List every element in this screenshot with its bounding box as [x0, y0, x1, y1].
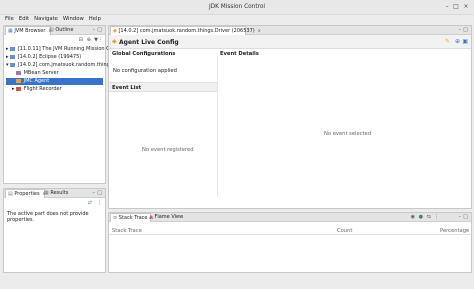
title-bar: JDK Mission Control – □ ×: [0, 0, 474, 15]
tab-results[interactable]: ▦ Results: [42, 189, 70, 197]
divider: [217, 57, 218, 197]
menu-bar: File Edit Navigate Window Help: [0, 15, 474, 24]
chevron-right-icon[interactable]: ▸: [6, 54, 9, 60]
menu-window[interactable]: Window: [63, 15, 84, 24]
stack-trace-panel: ≡ Stack Trace × ▲ Flame View ◉ ● ⇆ ⋮ – □…: [108, 212, 472, 273]
agent-icon: [16, 78, 21, 83]
maximize-view-icon[interactable]: □: [463, 27, 468, 33]
stack-tabstrip: ≡ Stack Trace × ▲ Flame View ◉ ● ⇆ ⋮ – □: [109, 213, 471, 222]
tree-item-label: JMC Agent: [23, 78, 50, 84]
column-stack-trace[interactable]: Stack Trace: [112, 228, 142, 234]
agent-icon: ◆: [112, 38, 117, 45]
flame-icon: ▲: [149, 214, 153, 220]
event-list-header-bar: Event List: [109, 82, 217, 92]
tree-item-jvm-mission-control[interactable]: ▸ [11.0.11] The JVM Running Mission Cont…: [6, 46, 124, 53]
maximize-view-icon[interactable]: □: [97, 27, 102, 33]
tab-properties[interactable]: ▤ Properties ×: [5, 189, 46, 198]
maximize-icon[interactable]: □: [452, 3, 460, 10]
tab-stack-trace[interactable]: ≡ Stack Trace ×: [110, 213, 154, 222]
window-title: JDK Mission Control: [208, 4, 266, 10]
maximize-view-icon[interactable]: □: [97, 190, 102, 196]
no-event-selected-text: No event selected: [324, 131, 372, 137]
properties-tabstrip: ▤ Properties × ▦ Results – □: [4, 189, 105, 198]
flight-recorder-icon: [16, 86, 22, 91]
tab-results-label: Results: [50, 190, 69, 196]
mbean-icon: [16, 70, 21, 75]
view-menu-icon[interactable]: ⋮: [434, 214, 439, 220]
chevron-right-icon[interactable]: ▸: [6, 46, 9, 52]
tree-item-flight-recorder[interactable]: ▸ Flight Recorder: [12, 86, 62, 93]
tree-menu-icon[interactable]: ⋮: [98, 37, 103, 43]
tree-connect-icon[interactable]: ⊕: [87, 37, 91, 43]
menu-file[interactable]: File: [5, 15, 14, 24]
group-icon[interactable]: ●: [419, 214, 423, 220]
save-config-icon[interactable]: ▣: [462, 38, 468, 45]
event-list-header: Event List: [112, 85, 142, 91]
agent-icon: ◆: [113, 28, 117, 34]
load-config-icon[interactable]: ⊕: [455, 38, 460, 45]
properties-message: The active part does not provide propert…: [7, 211, 89, 223]
jvm-browser-panel: ▦ JVM Browser × ▤ Outline – □ ⊟ ⊕ ▼ ⋮ ▸ …: [3, 25, 154, 184]
tab-properties-label: Properties: [14, 191, 40, 197]
maximize-view-icon[interactable]: □: [463, 214, 468, 220]
menu-help[interactable]: Help: [89, 15, 101, 24]
event-details-header: Event Details: [220, 51, 259, 57]
results-icon: ▦: [44, 190, 49, 196]
left-tabstrip: ▦ JVM Browser × ▤ Outline – □: [4, 26, 105, 35]
jvm-browser-icon: ▦: [8, 28, 13, 34]
properties-panel: ▤ Properties × ▦ Results – □ ⇄ ⋮ The act…: [3, 188, 106, 273]
tab-flame-view[interactable]: ▲ Flame View: [147, 213, 185, 221]
view-menu-icon[interactable]: ⋮: [97, 200, 102, 206]
tab-jvm-browser[interactable]: ▦ JVM Browser ×: [5, 26, 52, 35]
agent-editor-panel: ◆ [14.0.2] com.jmatsuok.random.things.Dr…: [108, 25, 472, 209]
global-configurations-header: Global Configurations: [112, 51, 176, 57]
chevron-down-icon[interactable]: ▾: [6, 62, 9, 68]
minimize-view-icon[interactable]: –: [93, 190, 96, 196]
close-icon[interactable]: ×: [257, 29, 261, 34]
apply-config-icon[interactable]: ✎: [445, 38, 450, 45]
tree-item-label: Flight Recorder: [23, 86, 62, 92]
minimize-view-icon[interactable]: –: [459, 214, 462, 220]
tab-outline-label: Outline: [55, 27, 74, 33]
tree-item-label: [14.0.2] Eclipse (199475): [17, 54, 82, 60]
tree-item-mbean-server[interactable]: MBean Server: [16, 70, 59, 77]
tab-editor-driver[interactable]: ◆ [14.0.2] com.jmatsuok.random.things.Dr…: [110, 26, 261, 35]
filter-icon[interactable]: ⇆: [427, 214, 431, 220]
jvm-icon: [10, 46, 16, 51]
no-config-text: No configuration applied: [113, 68, 177, 74]
agent-header: ◆ Agent Live Config ✎ ⊕ ▣: [109, 35, 471, 49]
tree-item-jmc-agent[interactable]: JMC Agent: [6, 78, 103, 85]
tree-item-eclipse[interactable]: ▸ [14.0.2] Eclipse (199475): [6, 54, 81, 61]
no-event-registered-text: No event registered: [142, 147, 194, 153]
editor-tabstrip: ◆ [14.0.2] com.jmatsuok.random.things.Dr…: [109, 26, 471, 35]
tree-item-label: MBean Server: [23, 70, 59, 76]
properties-icon: ▤: [8, 191, 13, 197]
menu-navigate[interactable]: Navigate: [34, 15, 58, 24]
tab-editor-label: [14.0.2] com.jmatsuok.random.things.Driv…: [118, 28, 255, 34]
stack-table-header: Stack Trace Count Percentage: [109, 226, 471, 235]
column-percentage[interactable]: Percentage: [440, 228, 469, 234]
tab-flame-view-label: Flame View: [154, 214, 184, 220]
tab-jvm-browser-label: JVM Browser: [14, 28, 46, 34]
minimize-view-icon[interactable]: –: [459, 27, 462, 33]
minimize-icon[interactable]: –: [443, 3, 451, 10]
jvm-icon: [10, 62, 16, 67]
pin-icon[interactable]: ⇄: [88, 200, 92, 206]
tab-outline[interactable]: ▤ Outline: [47, 26, 75, 34]
chevron-right-icon[interactable]: ▸: [12, 86, 15, 92]
tab-stack-trace-label: Stack Trace: [118, 215, 148, 221]
minimize-view-icon[interactable]: –: [93, 27, 96, 33]
focus-icon[interactable]: ◉: [411, 214, 415, 220]
column-count[interactable]: Count: [337, 228, 352, 234]
close-icon[interactable]: ×: [462, 3, 470, 10]
outline-icon: ▤: [49, 27, 54, 33]
jvm-icon: [10, 54, 16, 59]
menu-edit[interactable]: Edit: [19, 15, 29, 24]
tree-collapse-icon[interactable]: ⊟: [79, 37, 83, 43]
stack-trace-icon: ≡: [113, 215, 118, 221]
agent-title: Agent Live Config: [119, 39, 179, 46]
